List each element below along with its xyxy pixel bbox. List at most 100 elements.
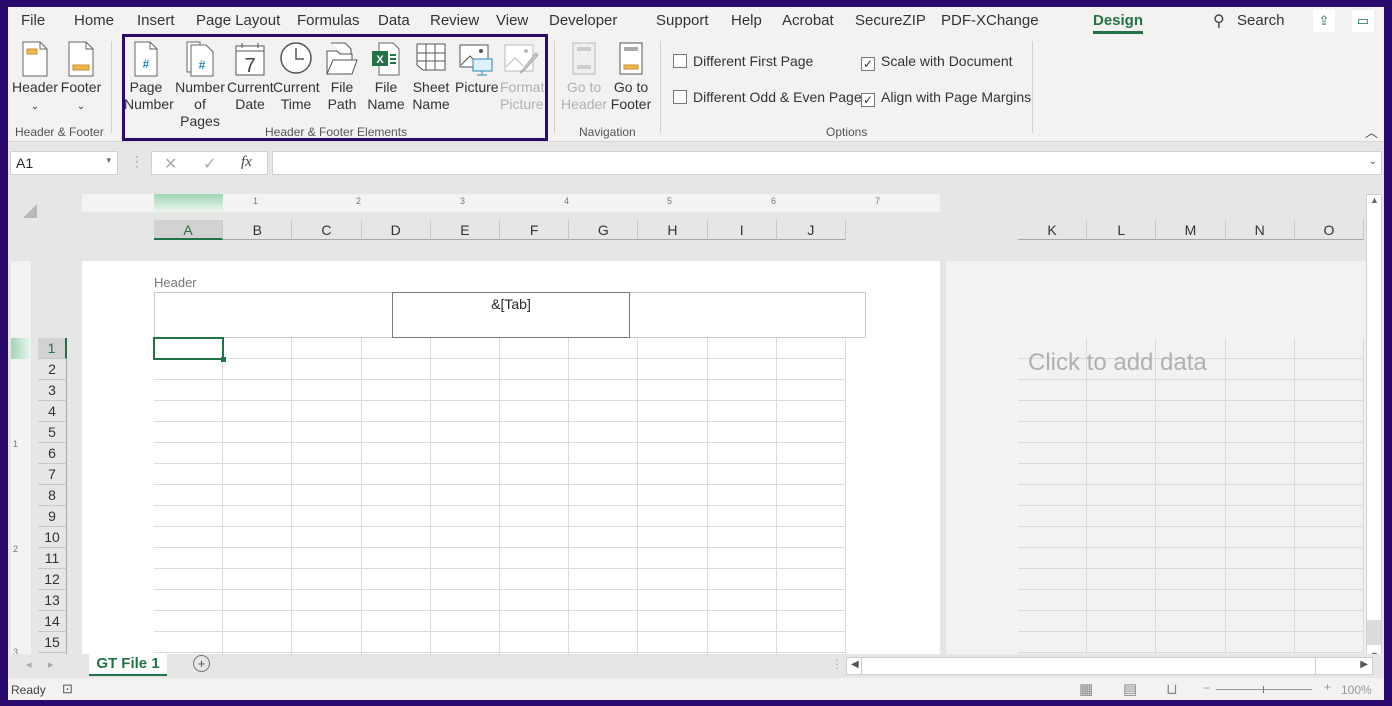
cell[interactable]	[1294, 422, 1364, 443]
cell[interactable]	[361, 401, 431, 422]
column-header-a[interactable]: A	[154, 220, 224, 240]
cell[interactable]	[154, 527, 224, 548]
cell[interactable]	[1018, 527, 1088, 548]
cell[interactable]	[638, 359, 708, 380]
zoom-level[interactable]: 100%	[1341, 683, 1372, 697]
cell[interactable]	[1294, 569, 1364, 590]
cell[interactable]	[1087, 401, 1157, 422]
cell[interactable]	[569, 359, 639, 380]
cell[interactable]	[707, 338, 777, 359]
cell[interactable]	[292, 590, 362, 611]
column-header-k[interactable]: K	[1018, 220, 1088, 240]
cell[interactable]	[500, 485, 570, 506]
cell[interactable]	[1018, 590, 1088, 611]
cell[interactable]	[154, 569, 224, 590]
search-box[interactable]: Search	[1237, 12, 1285, 29]
cell[interactable]	[430, 632, 500, 653]
cell[interactable]	[1018, 443, 1088, 464]
cell[interactable]	[638, 464, 708, 485]
cell[interactable]	[1018, 485, 1088, 506]
header-button[interactable]: Header ⌄	[12, 41, 58, 115]
go-to-header-button[interactable]: Go to Header	[561, 41, 607, 113]
cell[interactable]	[569, 485, 639, 506]
cell[interactable]	[776, 485, 846, 506]
cell[interactable]	[223, 548, 293, 569]
header-right-section[interactable]	[630, 293, 866, 337]
cell[interactable]	[223, 422, 293, 443]
cell[interactable]	[569, 464, 639, 485]
cell[interactable]	[638, 569, 708, 590]
cell[interactable]	[223, 338, 293, 359]
cell[interactable]	[569, 401, 639, 422]
cell[interactable]	[1225, 611, 1295, 632]
cell[interactable]	[1294, 443, 1364, 464]
cell[interactable]	[569, 569, 639, 590]
tab-insert[interactable]: Insert	[137, 12, 175, 29]
cell[interactable]	[569, 380, 639, 401]
cell[interactable]	[1087, 506, 1157, 527]
column-header-j[interactable]: J	[776, 220, 846, 240]
cell[interactable]	[500, 464, 570, 485]
comments-icon[interactable]: ▭	[1352, 10, 1374, 32]
active-cell-a1[interactable]	[153, 337, 226, 362]
column-header-i[interactable]: I	[707, 220, 777, 240]
cell[interactable]	[361, 464, 431, 485]
cell[interactable]	[1294, 506, 1364, 527]
cell[interactable]	[1018, 569, 1088, 590]
cell[interactable]	[638, 611, 708, 632]
cell[interactable]	[292, 359, 362, 380]
tab-page-layout[interactable]: Page Layout	[196, 12, 280, 29]
cell[interactable]	[776, 464, 846, 485]
cell[interactable]	[1087, 632, 1157, 653]
scrollbar-thumb[interactable]	[861, 658, 1316, 674]
cell[interactable]	[1087, 611, 1157, 632]
cell[interactable]	[154, 401, 224, 422]
cell[interactable]	[361, 338, 431, 359]
tab-developer[interactable]: Developer	[549, 12, 617, 29]
cell[interactable]	[1225, 401, 1295, 422]
cell[interactable]	[1018, 548, 1088, 569]
tab-view[interactable]: View	[496, 12, 528, 29]
cell[interactable]	[1087, 464, 1157, 485]
add-sheet-icon[interactable]: +	[193, 655, 210, 672]
click-to-add-data-placeholder[interactable]: Click to add data	[1028, 349, 1207, 377]
cell[interactable]	[292, 401, 362, 422]
fill-handle[interactable]	[221, 357, 226, 362]
cell[interactable]	[154, 443, 224, 464]
row-header-4[interactable]: 4	[38, 401, 67, 422]
cell[interactable]	[569, 548, 639, 569]
page-layout-view-icon[interactable]: ▤	[1123, 680, 1137, 698]
cell[interactable]	[1294, 401, 1364, 422]
cell[interactable]	[776, 590, 846, 611]
cell[interactable]	[361, 590, 431, 611]
tab-support[interactable]: Support	[656, 12, 709, 29]
row-header-9[interactable]: 9	[38, 506, 67, 527]
cell[interactable]	[361, 611, 431, 632]
cell[interactable]	[776, 359, 846, 380]
row-header-8[interactable]: 8	[38, 485, 67, 506]
cell[interactable]	[1156, 380, 1226, 401]
cell[interactable]	[1087, 590, 1157, 611]
cell[interactable]	[1294, 380, 1364, 401]
row-header-14[interactable]: 14	[38, 611, 67, 632]
cell[interactable]	[500, 632, 570, 653]
cell[interactable]	[1156, 485, 1226, 506]
cell[interactable]	[638, 380, 708, 401]
cell[interactable]	[1225, 359, 1295, 380]
cell[interactable]	[154, 548, 224, 569]
cell[interactable]	[776, 548, 846, 569]
cell[interactable]	[1087, 527, 1157, 548]
cell[interactable]	[1087, 422, 1157, 443]
cell[interactable]	[361, 485, 431, 506]
cell[interactable]	[1225, 632, 1295, 653]
row-header-1[interactable]: 1	[38, 338, 67, 359]
select-all-icon[interactable]	[22, 203, 38, 219]
cell[interactable]	[638, 443, 708, 464]
cell[interactable]	[1087, 380, 1157, 401]
normal-view-icon[interactable]: ▦	[1079, 680, 1093, 698]
cell[interactable]	[223, 611, 293, 632]
cell[interactable]	[500, 611, 570, 632]
cell[interactable]	[776, 569, 846, 590]
formula-input[interactable]: ⌄	[272, 151, 1382, 175]
cell[interactable]	[1225, 527, 1295, 548]
